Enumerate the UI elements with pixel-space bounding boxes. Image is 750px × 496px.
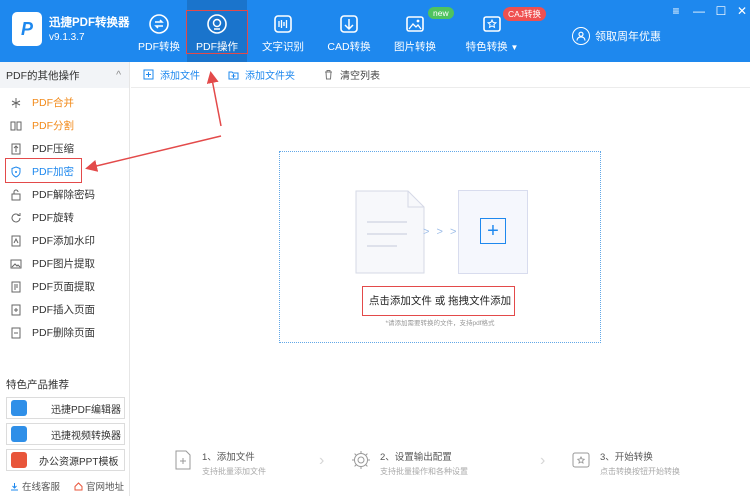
sidebar-item-insert-page[interactable]: PDF插入页面 <box>0 298 129 321</box>
products-title: 特色产品推荐 <box>6 379 69 391</box>
caj-badge: CAJ转换 <box>503 7 547 21</box>
app-version: v9.1.3.7 <box>49 32 85 43</box>
ocr-icon <box>274 15 292 33</box>
unlock-icon <box>10 189 22 201</box>
product-video-converter[interactable]: 迅捷视频转换器 <box>6 423 125 445</box>
step-separator-icon: › <box>540 452 546 469</box>
ppt-templates-icon <box>11 452 27 468</box>
promo-link[interactable]: 领取周年优惠 <box>572 27 661 45</box>
product-pdf-editor[interactable]: 迅捷PDF编辑器 <box>6 397 125 419</box>
cad-icon <box>340 15 358 33</box>
add-document-icon <box>175 450 191 470</box>
image-extract-icon <box>10 258 22 270</box>
insert-page-icon <box>10 304 22 316</box>
sidebar-item-compress[interactable]: PDF压缩 <box>0 137 129 160</box>
add-file-icon <box>143 69 154 80</box>
split-icon <box>10 120 22 132</box>
sidebar-item-page-extract[interactable]: PDF页面提取 <box>0 275 129 298</box>
highlight-box-dropzone <box>362 286 515 316</box>
step-separator-icon: › <box>319 452 325 469</box>
nav-cad-convert[interactable]: CAD转换 <box>322 0 376 62</box>
sidebar: PDF的其他操作 ^ PDF合并 PDF分割 PDF压缩 PDF加密 PDF解除… <box>0 62 130 496</box>
sidebar-item-watermark[interactable]: PDF添加水印 <box>0 229 129 252</box>
sidebar-item-merge[interactable]: PDF合并 <box>0 91 129 114</box>
app-header: P 迅捷PDF转换器 v9.1.3.7 PDF转换 PDF操作 文字识别 CAD… <box>0 0 750 62</box>
add-file-button[interactable]: 添加文件 <box>143 67 200 82</box>
step-add-file: 1、添加文件 支持批量添加文件 <box>172 449 266 477</box>
merge-icon <box>10 97 22 109</box>
image-icon <box>406 16 424 32</box>
service-icon <box>11 482 18 490</box>
arrow-right-icon: > > > <box>423 226 459 238</box>
add-folder-icon <box>228 71 239 80</box>
chevron-up-icon[interactable]: ^ <box>116 69 121 81</box>
add-folder-button[interactable]: 添加文件夹 <box>228 67 295 82</box>
product-ppt-templates[interactable]: 办公资源PPT模板 <box>6 449 125 471</box>
sidebar-header[interactable]: PDF的其他操作 ^ <box>0 62 129 88</box>
new-badge: new <box>428 7 454 19</box>
special-icon <box>483 16 501 32</box>
close-icon[interactable]: ✕ <box>735 4 749 18</box>
nav-ocr[interactable]: 文字识别 <box>255 0 311 62</box>
nav-pdf-convert[interactable]: PDF转换 <box>132 0 186 62</box>
convert-icon <box>149 14 169 34</box>
toolbar: 添加文件 添加文件夹 清空列表 <box>131 62 750 88</box>
watermark-icon <box>10 235 22 247</box>
gear-icon <box>352 451 370 469</box>
pdf-editor-icon <box>11 400 27 416</box>
chevron-down-icon: ▼ <box>510 43 519 52</box>
online-service-link[interactable]: 在线客服 <box>10 479 60 493</box>
user-icon <box>572 27 590 45</box>
drop-zone[interactable]: > > > + 点击添加文件 或 拖拽文件添加 *请添加需要转换的文件，支持pd… <box>279 151 601 343</box>
video-converter-icon <box>11 426 27 442</box>
app-name: 迅捷PDF转换器 <box>49 17 130 29</box>
trash-icon <box>325 70 332 80</box>
plus-icon: + <box>480 218 506 244</box>
maximize-icon[interactable]: ☐ <box>714 4 728 18</box>
menu-icon[interactable]: ≡ <box>669 4 683 18</box>
step-start-convert: 3、开始转换 点击转换按钮开始转换 <box>570 449 680 477</box>
sidebar-item-unlock[interactable]: PDF解除密码 <box>0 183 129 206</box>
home-icon <box>74 481 83 490</box>
sidebar-item-delete-page[interactable]: PDF删除页面 <box>0 321 129 344</box>
compress-icon <box>10 143 22 155</box>
minimize-icon[interactable]: — <box>692 4 706 18</box>
add-file-box[interactable]: + <box>458 190 528 274</box>
dropzone-hint: *请添加需要转换的文件，支持pdf格式 <box>385 320 495 327</box>
highlight-box-sidebar <box>5 158 82 183</box>
highlight-box-nav <box>186 10 248 54</box>
clear-list-button[interactable]: 清空列表 <box>323 67 380 82</box>
sidebar-footer: 在线客服 官网地址 <box>0 476 130 496</box>
website-link[interactable]: 官网地址 <box>74 479 124 493</box>
convert-star-icon <box>572 452 590 468</box>
rotate-icon <box>10 212 22 224</box>
sidebar-item-split[interactable]: PDF分割 <box>0 114 129 137</box>
sidebar-item-image-extract[interactable]: PDF图片提取 <box>0 252 129 275</box>
app-logo: P <box>12 12 42 46</box>
step-output-settings: 2、设置输出配置 支持批量操作和各种设置 <box>350 449 468 477</box>
delete-page-icon <box>10 327 22 339</box>
document-icon <box>355 190 425 274</box>
sidebar-item-rotate[interactable]: PDF旋转 <box>0 206 129 229</box>
page-extract-icon <box>10 281 22 293</box>
